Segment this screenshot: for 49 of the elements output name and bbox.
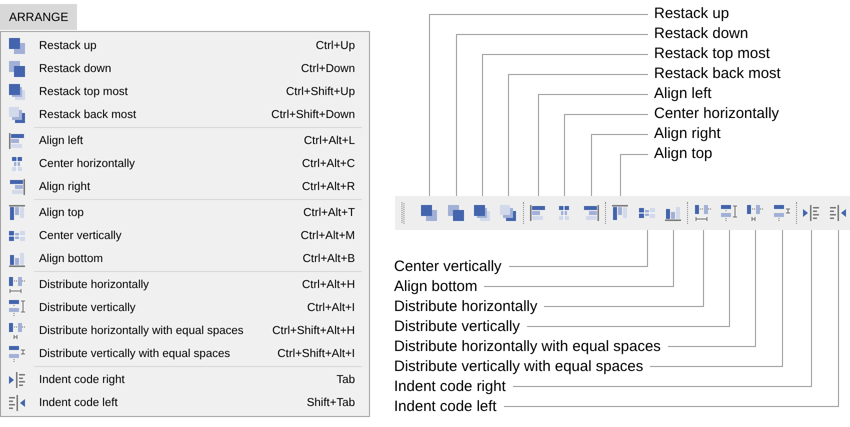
callout-label: Restack up [654,5,730,23]
shortcut-text: Ctrl+Shift+Up [286,86,355,98]
callout-label: Align bottom [394,278,478,296]
menu-item[interactable]: Align right Ctrl+Alt+R [3,175,367,198]
callout-label: Center vertically [394,258,502,276]
shortcut-text: Ctrl+Up [316,40,355,52]
callout-label: Restack down [654,25,748,43]
menu-item[interactable]: Indent code left Shift+Tab [3,391,367,414]
menu-item[interactable]: Restack up Ctrl+Up [3,34,367,57]
shortcut-text: Ctrl+Alt+B [302,252,355,264]
menu-item[interactable]: Center horizontally Ctrl+Alt+C [3,152,367,175]
menu-item[interactable]: Distribute horizontally Ctrl+Alt+H [3,273,367,296]
menu-item[interactable]: Align top Ctrl+Alt+T [3,201,367,224]
menu-item[interactable]: Restack back most Ctrl+Shift+Down [3,103,367,126]
callout-label: Center horizontally [654,105,780,123]
menu-title[interactable]: ARRANGE [0,4,78,30]
shortcut-text: Ctrl+Alt+H [302,278,355,290]
shortcut-text: Ctrl+Alt+I [307,302,355,314]
shortcut-text: Ctrl+Shift+Down [271,108,355,120]
menu-item[interactable]: Restack down Ctrl+Down [3,57,367,80]
shortcut-text: Ctrl+Alt+R [302,180,355,192]
callout-label: Distribute vertically with equal spaces [394,358,644,376]
menu-item[interactable]: Center vertically Ctrl+Alt+M [3,224,367,247]
callout-label: Indent code right [394,378,506,396]
menu-item[interactable]: Restack top most Ctrl+Shift+Up [3,80,367,103]
menu-item[interactable]: Distribute vertically Ctrl+Alt+I [3,296,367,319]
shortcut-text: Ctrl+Alt+T [303,206,355,218]
menu-item[interactable]: Align left Ctrl+Alt+L [3,129,367,152]
callout-label: Align top [654,145,712,163]
shortcut-text: Ctrl+Alt+M [300,230,355,242]
callout-label: Distribute vertically [394,318,520,336]
callout-label: Align right [654,125,721,143]
shortcut-text: Shift+Tab [306,396,355,408]
callout-label: Align left [654,85,712,103]
shortcut-text: Ctrl+Down [300,62,355,74]
menu-item[interactable]: Align bottom Ctrl+Alt+B [3,247,367,270]
callout-label: Distribute horizontally with equal spaces [394,338,661,356]
callout-label: Indent code left [394,398,497,416]
shortcut-text: Ctrl+Alt+L [304,134,355,146]
menu-item[interactable]: Distribute vertically with equal spaces Ctrl+Shift+Alt+I [3,342,367,365]
shortcut-text: Ctrl+Alt+C [302,158,355,170]
menu-item[interactable]: Indent code right Tab [3,368,367,391]
shortcut-text: Tab [336,374,355,386]
callout-label: Distribute horizontally [394,298,538,316]
shortcut-text: Ctrl+Shift+Alt+H [272,324,355,336]
menu-item[interactable]: Distribute horizontally with equal spaces Ctrl+Shift+Alt+H [3,319,367,342]
callout-label: Restack back most [654,65,781,83]
shortcut-text: Ctrl+Shift+Alt+I [277,348,355,360]
callout-label: Restack top most [654,45,770,63]
